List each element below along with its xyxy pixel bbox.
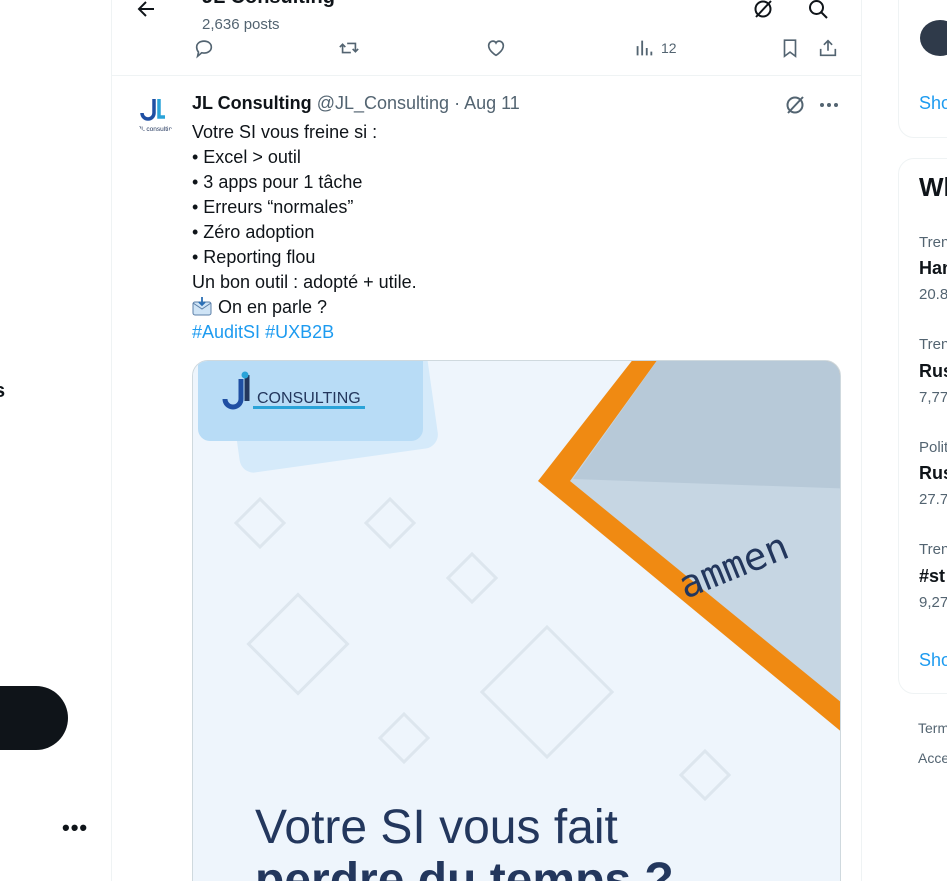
tweet-cta: On en parle ? bbox=[218, 297, 328, 317]
tweet-dot: · bbox=[454, 93, 461, 113]
nav-item-label[interactable]: s bbox=[0, 380, 5, 403]
tweet-text: Votre SI vous freine si : • Excel > outi… bbox=[192, 120, 812, 345]
hashtags: #AuditSI #UXB2B bbox=[192, 320, 812, 345]
trend-count: 27.7 bbox=[919, 491, 947, 508]
trend-category: Tren bbox=[919, 234, 947, 251]
share-button[interactable] bbox=[817, 36, 839, 60]
bookmark-icon bbox=[783, 39, 797, 58]
back-arrow-icon[interactable] bbox=[134, 0, 158, 21]
trend-count: 20.8 bbox=[919, 286, 947, 303]
more-icon[interactable] bbox=[817, 93, 841, 117]
like-button[interactable] bbox=[485, 36, 507, 60]
views-chart-icon bbox=[636, 40, 653, 56]
trend-name[interactable]: #st bbox=[919, 566, 945, 587]
reply-button[interactable] bbox=[193, 36, 215, 60]
svg-text:JL consulting: JL consulting bbox=[138, 126, 176, 133]
show-more-link[interactable]: Sho bbox=[919, 93, 947, 114]
trend-count: 7,77 bbox=[919, 389, 947, 406]
avatar[interactable]: JL consulting bbox=[134, 91, 178, 135]
trends-title: Wh bbox=[919, 172, 947, 202]
views-count: 12 bbox=[661, 40, 677, 56]
tweet-author-name[interactable]: JL Consulting bbox=[192, 93, 312, 113]
reply-icon bbox=[195, 40, 213, 59]
post-button[interactable] bbox=[0, 686, 68, 750]
image-headline-1: Votre SI vous fait bbox=[255, 801, 618, 854]
show-more-link[interactable]: Sho bbox=[919, 650, 947, 671]
tweet-line: • Excel > outil bbox=[192, 147, 301, 167]
account-more-icon[interactable]: ••• bbox=[62, 817, 88, 839]
tweet-divider bbox=[112, 75, 861, 76]
incoming-mail-icon bbox=[192, 297, 212, 316]
share-icon bbox=[819, 39, 837, 57]
heart-icon bbox=[487, 40, 505, 57]
grok-icon[interactable] bbox=[751, 0, 775, 21]
bookmark-button[interactable] bbox=[779, 36, 801, 60]
views-button[interactable]: 12 bbox=[633, 36, 677, 60]
hashtag-link[interactable]: #AuditSI bbox=[192, 322, 260, 342]
tweet-line: • Reporting flou bbox=[192, 247, 316, 267]
repost-button[interactable] bbox=[338, 36, 360, 60]
trend-category: Tren bbox=[919, 541, 947, 558]
tweet-image[interactable]: CONSULTING ammen Votre SI vous fait perd… bbox=[192, 360, 841, 881]
tweet-author-handle[interactable]: @JL_Consulting bbox=[317, 93, 449, 113]
main-column: JL Consulting 2,636 posts 12 bbox=[111, 0, 862, 881]
tweet-line: Votre SI vous freine si : bbox=[192, 122, 378, 142]
profile-name: JL Consulting bbox=[202, 0, 335, 9]
tweet-header: JL Consulting @JL_Consulting · Aug 11 bbox=[192, 93, 520, 114]
footer-link[interactable]: Acce bbox=[918, 750, 947, 766]
trend-count: 9,27 bbox=[919, 594, 947, 611]
posts-count: 2,636 posts bbox=[202, 16, 280, 33]
tweet-line: • Zéro adoption bbox=[192, 222, 315, 242]
image-headline-2: perdre du temps ? bbox=[255, 854, 674, 881]
tweet-image-art: CONSULTING ammen Votre SI vous fait perd… bbox=[193, 361, 840, 881]
tweet-line: • Erreurs “normales” bbox=[192, 197, 354, 217]
grok-explain-icon[interactable] bbox=[783, 93, 807, 117]
repost-icon bbox=[339, 42, 359, 54]
trend-name[interactable]: Rus bbox=[919, 361, 947, 382]
previous-tweet-actions: 12 bbox=[112, 34, 861, 64]
hashtag-link[interactable]: #UXB2B bbox=[265, 322, 334, 342]
trend-name[interactable]: Han bbox=[919, 258, 947, 279]
image-logo-word: CONSULTING bbox=[257, 390, 361, 407]
trend-name[interactable]: Rus bbox=[919, 463, 947, 484]
right-sidebar: S Sho Wh Tren Han 20.8 Tren Rus 7,77 Pol… bbox=[860, 0, 947, 881]
tweet-line: Un bon outil : adopté + utile. bbox=[192, 272, 417, 292]
search-icon[interactable] bbox=[806, 0, 830, 21]
tweet-cta-line: On en parle ? bbox=[192, 295, 812, 320]
footer-link[interactable]: Term bbox=[918, 720, 947, 736]
left-nav: s ••• bbox=[0, 0, 111, 881]
tweet-line: • 3 apps pour 1 tâche bbox=[192, 172, 363, 192]
tweet-date[interactable]: Aug 11 bbox=[464, 93, 520, 113]
trend-category: Tren bbox=[919, 336, 947, 353]
trend-category: Polit bbox=[919, 439, 947, 456]
